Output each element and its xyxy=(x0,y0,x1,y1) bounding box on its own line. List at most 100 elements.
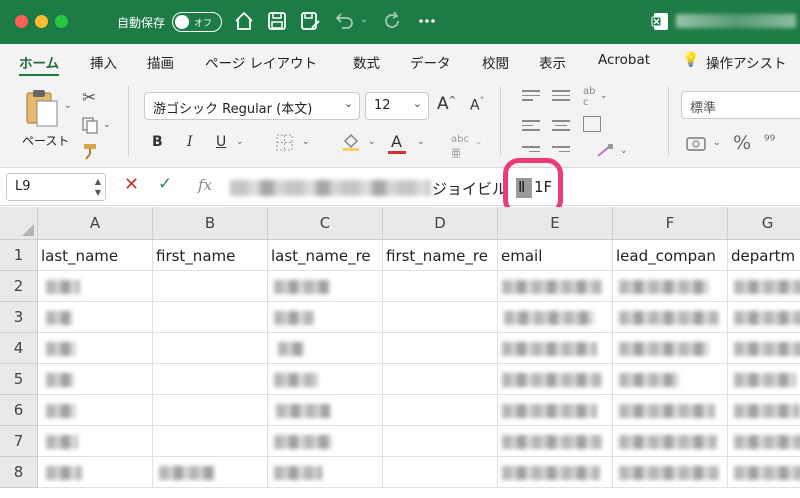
confirm-edit-button[interactable]: ✓ xyxy=(158,174,172,194)
tab-data[interactable]: データ xyxy=(410,52,451,72)
table-cell[interactable] xyxy=(728,333,800,364)
table-cell[interactable] xyxy=(498,302,613,333)
table-cell[interactable] xyxy=(383,457,498,488)
column-header-f[interactable]: F xyxy=(613,207,728,240)
paste-button[interactable] xyxy=(22,88,62,128)
table-cell[interactable] xyxy=(153,457,268,488)
header-cell[interactable]: last_name xyxy=(38,240,153,271)
minimize-window-button[interactable] xyxy=(35,15,48,28)
merge-dropdown-icon[interactable]: ⌄ xyxy=(620,146,628,156)
column-header-a[interactable]: A xyxy=(38,207,153,240)
align-middle-icon[interactable] xyxy=(552,90,570,104)
table-cell[interactable] xyxy=(153,333,268,364)
table-cell[interactable] xyxy=(728,395,800,426)
name-box-stepper-icon[interactable]: ▲ ▼ xyxy=(95,176,101,198)
table-cell[interactable] xyxy=(498,333,613,364)
cut-icon[interactable]: ✂ xyxy=(82,88,96,108)
table-cell[interactable] xyxy=(153,426,268,457)
underline-dropdown-icon[interactable]: ⌄ xyxy=(236,137,244,147)
table-cell[interactable] xyxy=(383,302,498,333)
tab-home[interactable]: ホーム xyxy=(19,52,59,72)
formula-bar-text[interactable]: ジョイビル xyxy=(432,178,507,199)
fill-color-icon[interactable] xyxy=(341,132,361,152)
table-cell[interactable] xyxy=(613,302,728,333)
table-cell[interactable] xyxy=(383,333,498,364)
lightbulb-icon[interactable]: 💡 xyxy=(682,52,699,68)
table-cell[interactable] xyxy=(153,395,268,426)
number-format-select[interactable]: 標準 xyxy=(681,91,800,119)
copy-dropdown-icon[interactable]: ⌄ xyxy=(103,120,111,130)
accounting-dropdown-icon[interactable]: ⌄ xyxy=(713,138,721,148)
table-cell[interactable] xyxy=(613,426,728,457)
home-icon[interactable] xyxy=(233,10,255,32)
table-cell[interactable] xyxy=(498,395,613,426)
table-cell[interactable] xyxy=(153,302,268,333)
table-cell[interactable] xyxy=(728,426,800,457)
decrease-indent-icon[interactable] xyxy=(522,146,540,155)
table-cell[interactable] xyxy=(38,457,153,488)
tab-page-layout[interactable]: ページ レイアウト xyxy=(205,52,317,72)
table-cell[interactable] xyxy=(728,364,800,395)
table-cell[interactable] xyxy=(38,364,153,395)
borders-dropdown-icon[interactable]: ⌄ xyxy=(302,137,310,147)
italic-button[interactable]: I xyxy=(187,134,193,150)
merge-center-icon[interactable] xyxy=(596,142,616,160)
table-cell[interactable] xyxy=(728,302,800,333)
phonetic-dropdown-icon[interactable]: ⌄ xyxy=(475,137,483,147)
redo-icon[interactable] xyxy=(381,10,403,32)
accounting-format-icon[interactable] xyxy=(686,136,708,152)
header-cell[interactable]: first_name xyxy=(153,240,268,271)
table-cell[interactable] xyxy=(383,271,498,302)
tab-draw[interactable]: 描画 xyxy=(147,52,174,72)
row-header-6[interactable]: 6 xyxy=(0,395,38,426)
tab-review[interactable]: 校閲 xyxy=(482,52,509,72)
percent-button[interactable]: % xyxy=(733,132,751,154)
align-left-icon[interactable] xyxy=(522,120,540,134)
table-cell[interactable] xyxy=(268,364,383,395)
undo-dropdown-icon[interactable]: ⌄ xyxy=(360,14,368,25)
table-cell[interactable] xyxy=(498,457,613,488)
table-cell[interactable] xyxy=(268,395,383,426)
save-as-icon[interactable] xyxy=(299,10,321,32)
table-cell[interactable] xyxy=(728,271,800,302)
row-header-3[interactable]: 3 xyxy=(0,302,38,333)
align-center-icon[interactable] xyxy=(552,120,570,134)
header-cell[interactable]: departm xyxy=(728,240,800,271)
fill-color-dropdown-icon[interactable]: ⌄ xyxy=(368,137,376,147)
text-orientation-icon[interactable]: ab c xyxy=(583,86,595,108)
zoom-window-button[interactable] xyxy=(55,15,68,28)
undo-icon[interactable] xyxy=(333,10,355,32)
table-cell[interactable] xyxy=(728,457,800,488)
table-cell[interactable] xyxy=(268,333,383,364)
row-header-1[interactable]: 1 xyxy=(0,240,38,271)
underline-button[interactable]: U xyxy=(216,134,226,150)
increase-indent-icon[interactable] xyxy=(552,146,570,155)
font-size-select[interactable]: 12 ⌄ xyxy=(365,92,429,120)
column-header-g[interactable]: G xyxy=(728,207,800,240)
table-cell[interactable] xyxy=(38,395,153,426)
row-header-5[interactable]: 5 xyxy=(0,364,38,395)
phonetic-guide-icon[interactable]: abc 亜 xyxy=(451,134,469,160)
comma-style-icon[interactable]: ⁹⁹ xyxy=(764,133,775,149)
table-cell[interactable] xyxy=(613,457,728,488)
table-cell[interactable] xyxy=(383,426,498,457)
header-cell[interactable]: first_name_re xyxy=(383,240,498,271)
row-header-7[interactable]: 7 xyxy=(0,426,38,457)
paste-dropdown-icon[interactable]: ⌄ xyxy=(64,101,72,111)
orientation-dropdown-icon[interactable]: ⌄ xyxy=(600,91,608,101)
font-name-select[interactable]: 游ゴシック Regular (本文) ⌄ xyxy=(144,92,360,120)
table-cell[interactable] xyxy=(153,271,268,302)
autosave-toggle[interactable]: オフ xyxy=(172,12,222,32)
save-icon[interactable] xyxy=(266,10,288,32)
column-header-e[interactable]: E xyxy=(498,207,613,240)
table-cell[interactable] xyxy=(613,271,728,302)
font-color-dropdown-icon[interactable]: ⌄ xyxy=(417,137,425,147)
cancel-edit-button[interactable]: ✕ xyxy=(124,174,139,195)
table-cell[interactable] xyxy=(383,364,498,395)
tab-insert[interactable]: 挿入 xyxy=(90,52,117,72)
more-icon[interactable] xyxy=(416,10,438,32)
table-cell[interactable] xyxy=(38,302,153,333)
table-cell[interactable] xyxy=(38,333,153,364)
header-cell[interactable]: email xyxy=(498,240,613,271)
column-header-c[interactable]: C xyxy=(268,207,383,240)
